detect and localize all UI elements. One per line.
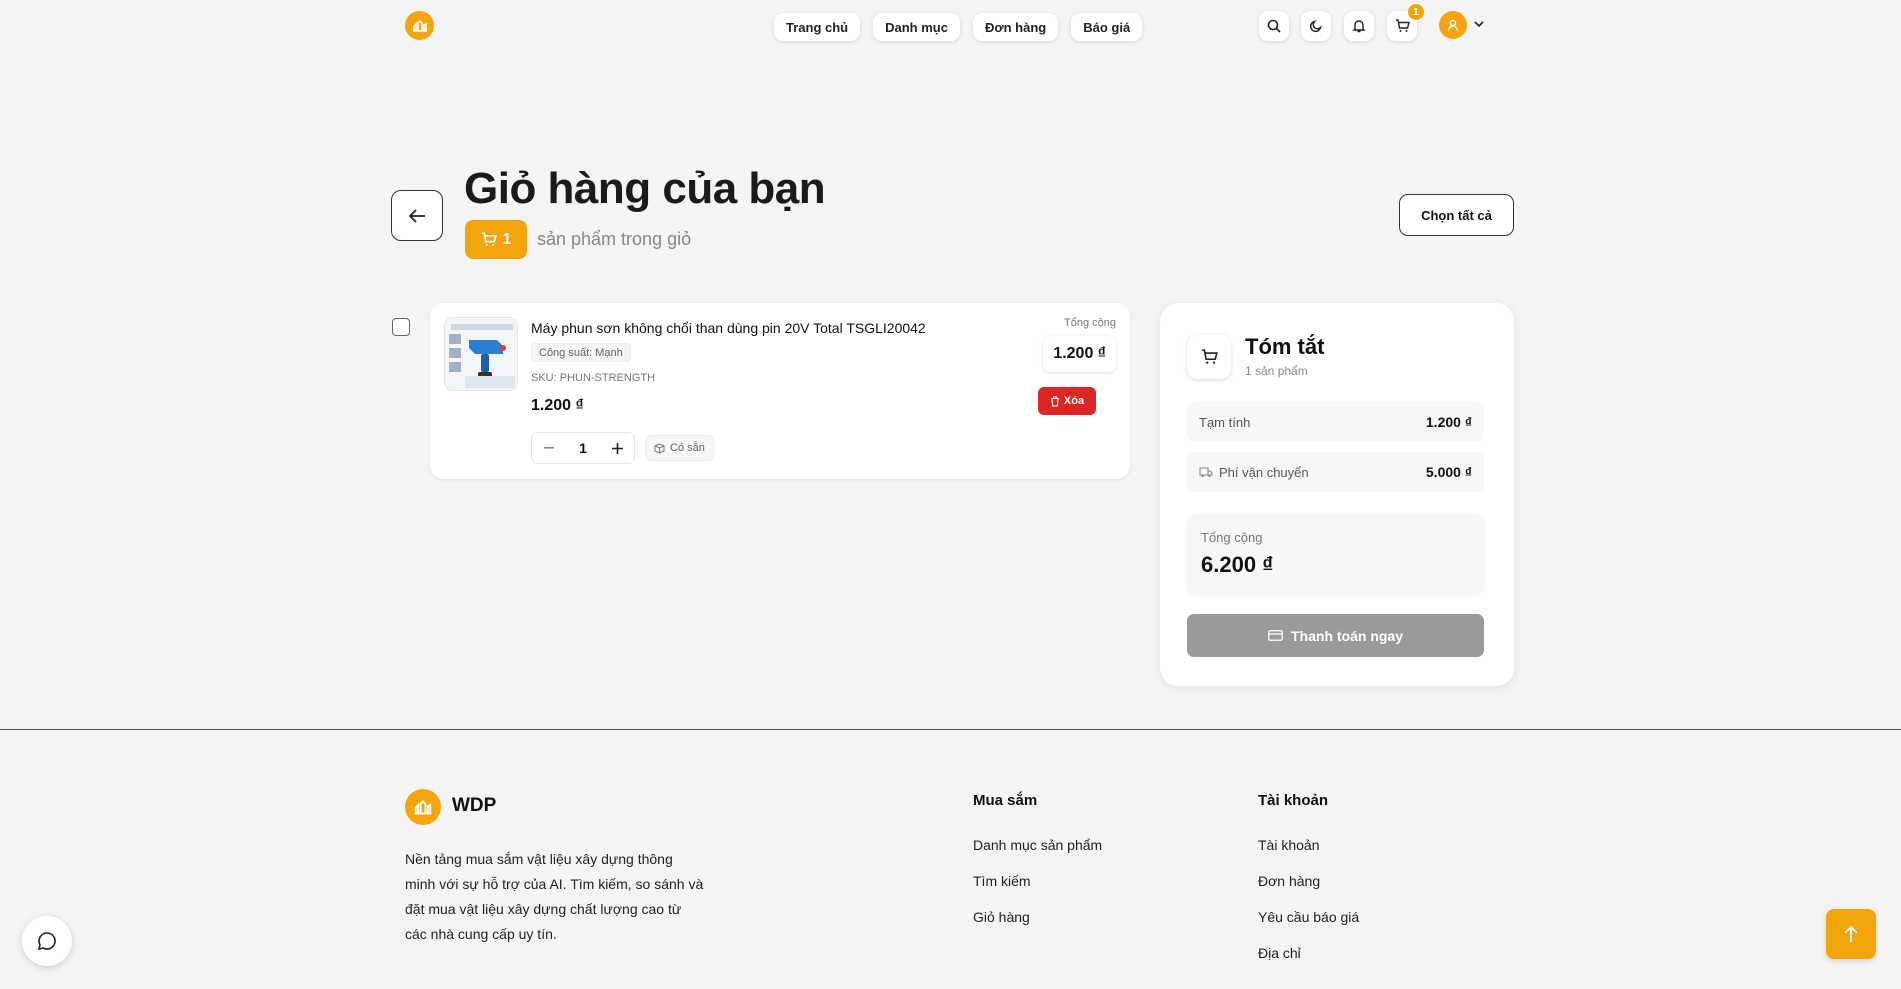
truck-icon (1199, 466, 1213, 477)
main-nav: Trang chủ Danh mục Đơn hàng Báo giá (774, 13, 1143, 41)
grand-total-label: Tổng cộng (1201, 530, 1263, 545)
footer-link-search[interactable]: Tìm kiếm (973, 873, 1031, 889)
cart-item: Máy phun sơn không chổi than dùng pin 20… (430, 303, 1130, 479)
delete-item-label: Xóa (1063, 395, 1085, 407)
footer-link-addresses[interactable]: Địa chỉ (1258, 945, 1301, 961)
cart-count-value: 1 (502, 230, 512, 248)
footer-link-cart[interactable]: Giỏ hàng (973, 909, 1030, 925)
product-sku: SKU: PHUN-STRENGTH (531, 372, 656, 384)
variant-tag: Công suất: Mạnh (531, 343, 631, 362)
footer-link-account[interactable]: Tài khoản (1258, 837, 1319, 853)
user-avatar[interactable] (1439, 11, 1467, 39)
minus-icon (544, 447, 554, 449)
chat-bubble-icon (37, 932, 56, 951)
chevron-down-icon[interactable] (1474, 20, 1484, 28)
credit-card-icon (1268, 630, 1283, 641)
search-icon (1267, 19, 1281, 33)
item-checkbox[interactable] (392, 318, 410, 336)
shipping-row: Phí vận chuyển 5.000 ₫ (1187, 452, 1484, 492)
chat-button[interactable] (22, 916, 72, 966)
increase-quantity-button[interactable] (600, 433, 634, 463)
summary-cart-icon (1187, 335, 1231, 379)
search-button[interactable] (1259, 11, 1289, 41)
cart-icon (1395, 19, 1410, 32)
plus-icon (611, 442, 623, 454)
stock-label: Có sẵn (670, 442, 705, 454)
quantity-stepper: 1 (531, 432, 635, 464)
site-footer: WDP Nền tảng mua sắm vật liệu xây dựng t… (0, 729, 1901, 989)
product-thumbnail[interactable] (444, 317, 518, 391)
item-total: 1.200 ₫ (1043, 336, 1116, 372)
subtotal-row: Tạm tính 1.200 ₫ (1187, 402, 1484, 442)
page-title: Giỏ hàng của bạn (464, 164, 826, 213)
summary-subtitle: 1 sản phẩm (1245, 364, 1308, 378)
nav-quotes[interactable]: Báo giá (1071, 13, 1143, 41)
decrease-quantity-button[interactable] (532, 433, 566, 463)
nav-orders[interactable]: Đơn hàng (972, 13, 1059, 41)
stock-badge: Có sẵn (645, 435, 714, 461)
package-icon (654, 442, 665, 454)
product-name[interactable]: Máy phun sơn không chổi than dùng pin 20… (531, 320, 926, 336)
logo-icon[interactable] (405, 11, 434, 40)
shipping-value: 5.000 ₫ (1425, 464, 1472, 480)
cart-button[interactable]: 1 (1387, 4, 1424, 41)
delete-item-button[interactable]: Xóa (1038, 387, 1096, 415)
trash-icon (1050, 395, 1059, 407)
moon-icon (1309, 20, 1322, 33)
back-button[interactable] (391, 190, 443, 241)
footer-description: Nền tảng mua sắm vật liệu xây dựng thông… (405, 851, 704, 942)
notifications-button[interactable] (1344, 11, 1374, 41)
quantity-value[interactable]: 1 (566, 440, 600, 456)
footer-link-categories[interactable]: Danh mục sản phẩm (973, 837, 1102, 853)
checkout-label: Thanh toán ngay (1291, 627, 1403, 644)
footer-account-title: Tài khoản (1258, 792, 1329, 809)
footer-link-orders[interactable]: Đơn hàng (1258, 873, 1320, 889)
footer-shopping-title: Mua sắm (973, 792, 1038, 809)
logo-icon[interactable] (405, 789, 441, 825)
user-icon (1447, 19, 1459, 31)
footer-link-quote-requests[interactable]: Yêu cầu báo giá (1258, 909, 1359, 925)
checkout-button[interactable]: Thanh toán ngay (1187, 614, 1484, 657)
cart-count-badge: 1 (1408, 4, 1424, 20)
shipping-label-group: Phí vận chuyển (1199, 465, 1309, 480)
unit-price: 1.200 ₫ (531, 397, 584, 414)
grand-total-value: 6.200 ₫ (1201, 552, 1274, 577)
arrow-up-icon (1844, 925, 1858, 942)
footer-brand: WDP (452, 795, 497, 816)
cart-icon (481, 232, 497, 246)
grand-total-box: Tổng cộng 6.200 ₫ (1187, 514, 1484, 594)
theme-toggle-button[interactable] (1301, 11, 1331, 41)
order-summary: Tóm tắt 1 sản phẩm Tạm tính 1.200 ₫ Phí … (1160, 303, 1514, 686)
scroll-to-top-button[interactable] (1826, 909, 1876, 959)
summary-title: Tóm tắt (1245, 334, 1325, 359)
subtotal-label: Tạm tính (1199, 414, 1251, 430)
shipping-label: Phí vận chuyển (1219, 464, 1309, 480)
item-total-label: Tổng cộng (1064, 317, 1116, 329)
select-all-button[interactable]: Chọn tất cả (1399, 194, 1514, 236)
bell-icon (1352, 20, 1366, 33)
cart-count-label: sản phẩm trong giỏ (537, 229, 692, 249)
subtotal-value: 1.200 ₫ (1425, 414, 1472, 430)
nav-home[interactable]: Trang chủ (774, 13, 861, 41)
cart-count-pill: 1 (465, 220, 527, 259)
site-header: Trang chủ Danh mục Đơn hàng Báo giá 1 (0, 0, 1901, 52)
nav-categories[interactable]: Danh mục (873, 13, 960, 41)
arrow-left-icon (408, 208, 425, 223)
